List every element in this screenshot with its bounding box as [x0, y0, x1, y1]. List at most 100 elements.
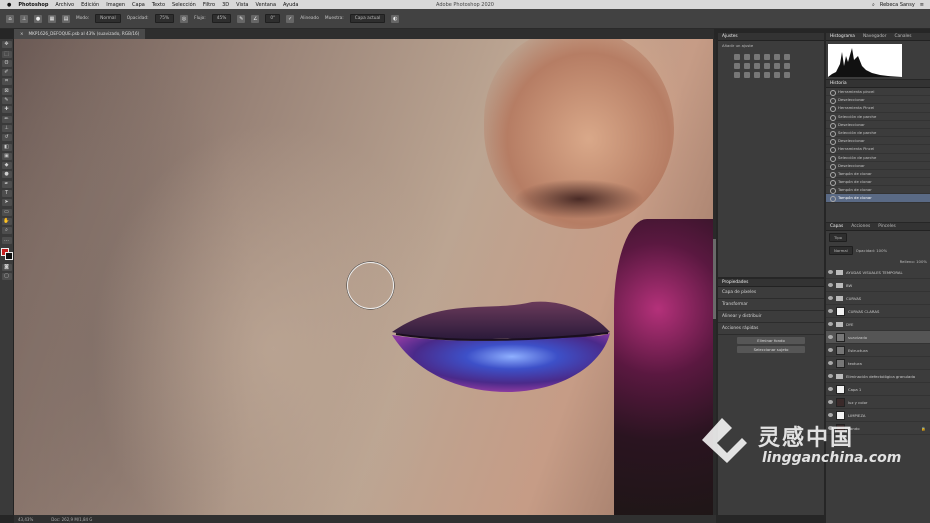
- tab-navigator[interactable]: Navegador: [863, 34, 887, 39]
- lock-icon[interactable]: 🔒: [921, 426, 930, 431]
- history-item[interactable]: Deseleccionar: [826, 137, 930, 146]
- layer-row[interactable]: Estructura: [826, 344, 930, 357]
- transform-section[interactable]: Transformar: [718, 299, 824, 311]
- airbrush-icon[interactable]: ✎: [237, 14, 246, 23]
- healing-brush-tool-icon[interactable]: ✚: [1, 106, 12, 114]
- exposure-icon[interactable]: [764, 54, 770, 60]
- menu-3d[interactable]: 3D: [222, 2, 229, 8]
- zoom-level[interactable]: 43,43%: [18, 517, 33, 522]
- history-item[interactable]: Deseleccionar: [826, 96, 930, 105]
- history-item[interactable]: Selección de parche: [826, 113, 930, 121]
- layer-row[interactable]: textura: [826, 357, 930, 370]
- layer-thumb[interactable]: [836, 384, 845, 394]
- eraser-tool-icon[interactable]: ◧: [1, 143, 12, 151]
- sample-select[interactable]: Capa actual: [349, 14, 386, 23]
- history-item[interactable]: Selección de parche: [826, 154, 930, 162]
- clone-source-icon[interactable]: ▤: [62, 14, 70, 23]
- eye-icon[interactable]: [828, 387, 833, 391]
- flow-field[interactable]: 45%: [211, 14, 232, 23]
- angle-icon[interactable]: ∠: [251, 14, 260, 23]
- lookup-icon[interactable]: [784, 63, 790, 69]
- levels-icon[interactable]: [744, 54, 750, 60]
- layer-row[interactable]: BW: [826, 279, 930, 292]
- layer-row[interactable]: Capa 1: [826, 383, 930, 396]
- marquee-tool-icon[interactable]: ⬚: [1, 50, 12, 58]
- quick-mask-icon[interactable]: ◙: [1, 263, 12, 271]
- selective-color-icon[interactable]: [774, 72, 780, 78]
- layer-fill[interactable]: Relleno: 100%: [900, 259, 927, 264]
- menu-ventana[interactable]: Ventana: [256, 2, 277, 8]
- quick-actions-section[interactable]: Acciones rápidas: [718, 323, 824, 335]
- threshold-icon[interactable]: [754, 72, 760, 78]
- menu-ayuda[interactable]: Ayuda: [283, 2, 298, 8]
- gradient-tool-icon[interactable]: ▣: [1, 152, 12, 160]
- close-icon[interactable]: ×: [20, 29, 24, 39]
- tab-layers[interactable]: Capas: [830, 224, 843, 229]
- dodge-tool-icon[interactable]: ●: [1, 171, 12, 179]
- angle-field[interactable]: 0°: [265, 14, 281, 23]
- posterize-icon[interactable]: [744, 72, 750, 78]
- aligned-checkbox[interactable]: ✓: [286, 14, 295, 23]
- pen-tool-icon[interactable]: ✒: [1, 180, 12, 188]
- menu-vista[interactable]: Vista: [236, 2, 248, 8]
- remove-background-button[interactable]: Eliminar fondo: [737, 337, 805, 344]
- history-item-selected[interactable]: Tampón de clonar: [826, 194, 930, 203]
- select-subject-button[interactable]: Seleccionar sujeto: [737, 346, 805, 353]
- properties-title[interactable]: Propiedades: [722, 280, 748, 285]
- eye-icon[interactable]: [828, 400, 833, 404]
- eye-icon[interactable]: [828, 335, 833, 339]
- move-tool-icon[interactable]: ✥: [1, 41, 12, 49]
- menu-filtro[interactable]: Filtro: [203, 2, 215, 8]
- brush-settings-icon[interactable]: ▦: [48, 14, 56, 23]
- layer-thumb[interactable]: [836, 358, 845, 368]
- quick-select-tool-icon[interactable]: ✐: [1, 69, 12, 77]
- menu-texto[interactable]: Texto: [152, 2, 165, 8]
- channel-mixer-icon[interactable]: [774, 63, 780, 69]
- frame-tool-icon[interactable]: ⊠: [1, 87, 12, 95]
- photo-filter-icon[interactable]: [764, 63, 770, 69]
- menu-icon[interactable]: ≡: [920, 2, 924, 8]
- pressure-opacity-icon[interactable]: ◎: [180, 14, 189, 23]
- ignore-adjustments-icon[interactable]: ◐: [391, 14, 400, 23]
- eye-icon[interactable]: [828, 296, 833, 300]
- tab-channels[interactable]: Canales: [894, 34, 911, 39]
- tab-actions[interactable]: Acciones: [851, 224, 870, 229]
- mode-select[interactable]: Normal: [95, 14, 121, 23]
- clone-stamp-tool-icon[interactable]: ⊥: [20, 14, 28, 23]
- screen-mode-icon[interactable]: ▢: [1, 272, 12, 280]
- invert-icon[interactable]: [734, 72, 740, 78]
- rectangle-tool-icon[interactable]: ▭: [1, 208, 12, 216]
- color-swatches[interactable]: [0, 247, 13, 260]
- layer-thumb[interactable]: [836, 397, 845, 407]
- eye-icon[interactable]: [828, 322, 833, 326]
- eye-icon[interactable]: [828, 309, 833, 313]
- eye-icon[interactable]: [828, 374, 833, 378]
- blend-mode-select[interactable]: Normal: [829, 246, 853, 255]
- history-item[interactable]: Herramienta Pincel: [826, 104, 930, 113]
- history-item[interactable]: Tampón de clonar: [826, 178, 930, 187]
- eye-icon[interactable]: [828, 283, 833, 287]
- home-icon[interactable]: ⌂: [6, 14, 14, 23]
- history-item[interactable]: Deseleccionar: [826, 162, 930, 170]
- type-tool-icon[interactable]: T: [1, 190, 12, 198]
- layer-thumb[interactable]: [836, 332, 845, 342]
- menu-seleccion[interactable]: Selección: [172, 2, 196, 8]
- brush-preset-icon[interactable]: ●: [34, 14, 42, 23]
- history-brush-tool-icon[interactable]: ↺: [1, 134, 12, 142]
- layer-opacity[interactable]: Opacidad: 100%: [856, 248, 887, 253]
- hue-icon[interactable]: [734, 63, 740, 69]
- tab-histogram[interactable]: Histograma: [830, 34, 855, 39]
- gradient-map-icon[interactable]: [764, 72, 770, 78]
- adjustments-title[interactable]: Ajustes: [722, 34, 738, 39]
- more-tools-icon[interactable]: …: [1, 236, 12, 244]
- document-canvas[interactable]: [14, 39, 716, 515]
- layer-filter-select[interactable]: Tipo: [829, 233, 847, 242]
- history-item[interactable]: Herramienta pincel: [826, 88, 930, 97]
- opacity-field[interactable]: 75%: [154, 14, 175, 23]
- blur-tool-icon[interactable]: ◆: [1, 162, 12, 170]
- layer-row-selected[interactable]: suavizado: [826, 331, 930, 344]
- eye-icon[interactable]: [828, 270, 833, 274]
- menu-imagen[interactable]: Imagen: [106, 2, 125, 8]
- apple-icon[interactable]: ●: [7, 2, 11, 8]
- history-item[interactable]: Deseleccionar: [826, 121, 930, 129]
